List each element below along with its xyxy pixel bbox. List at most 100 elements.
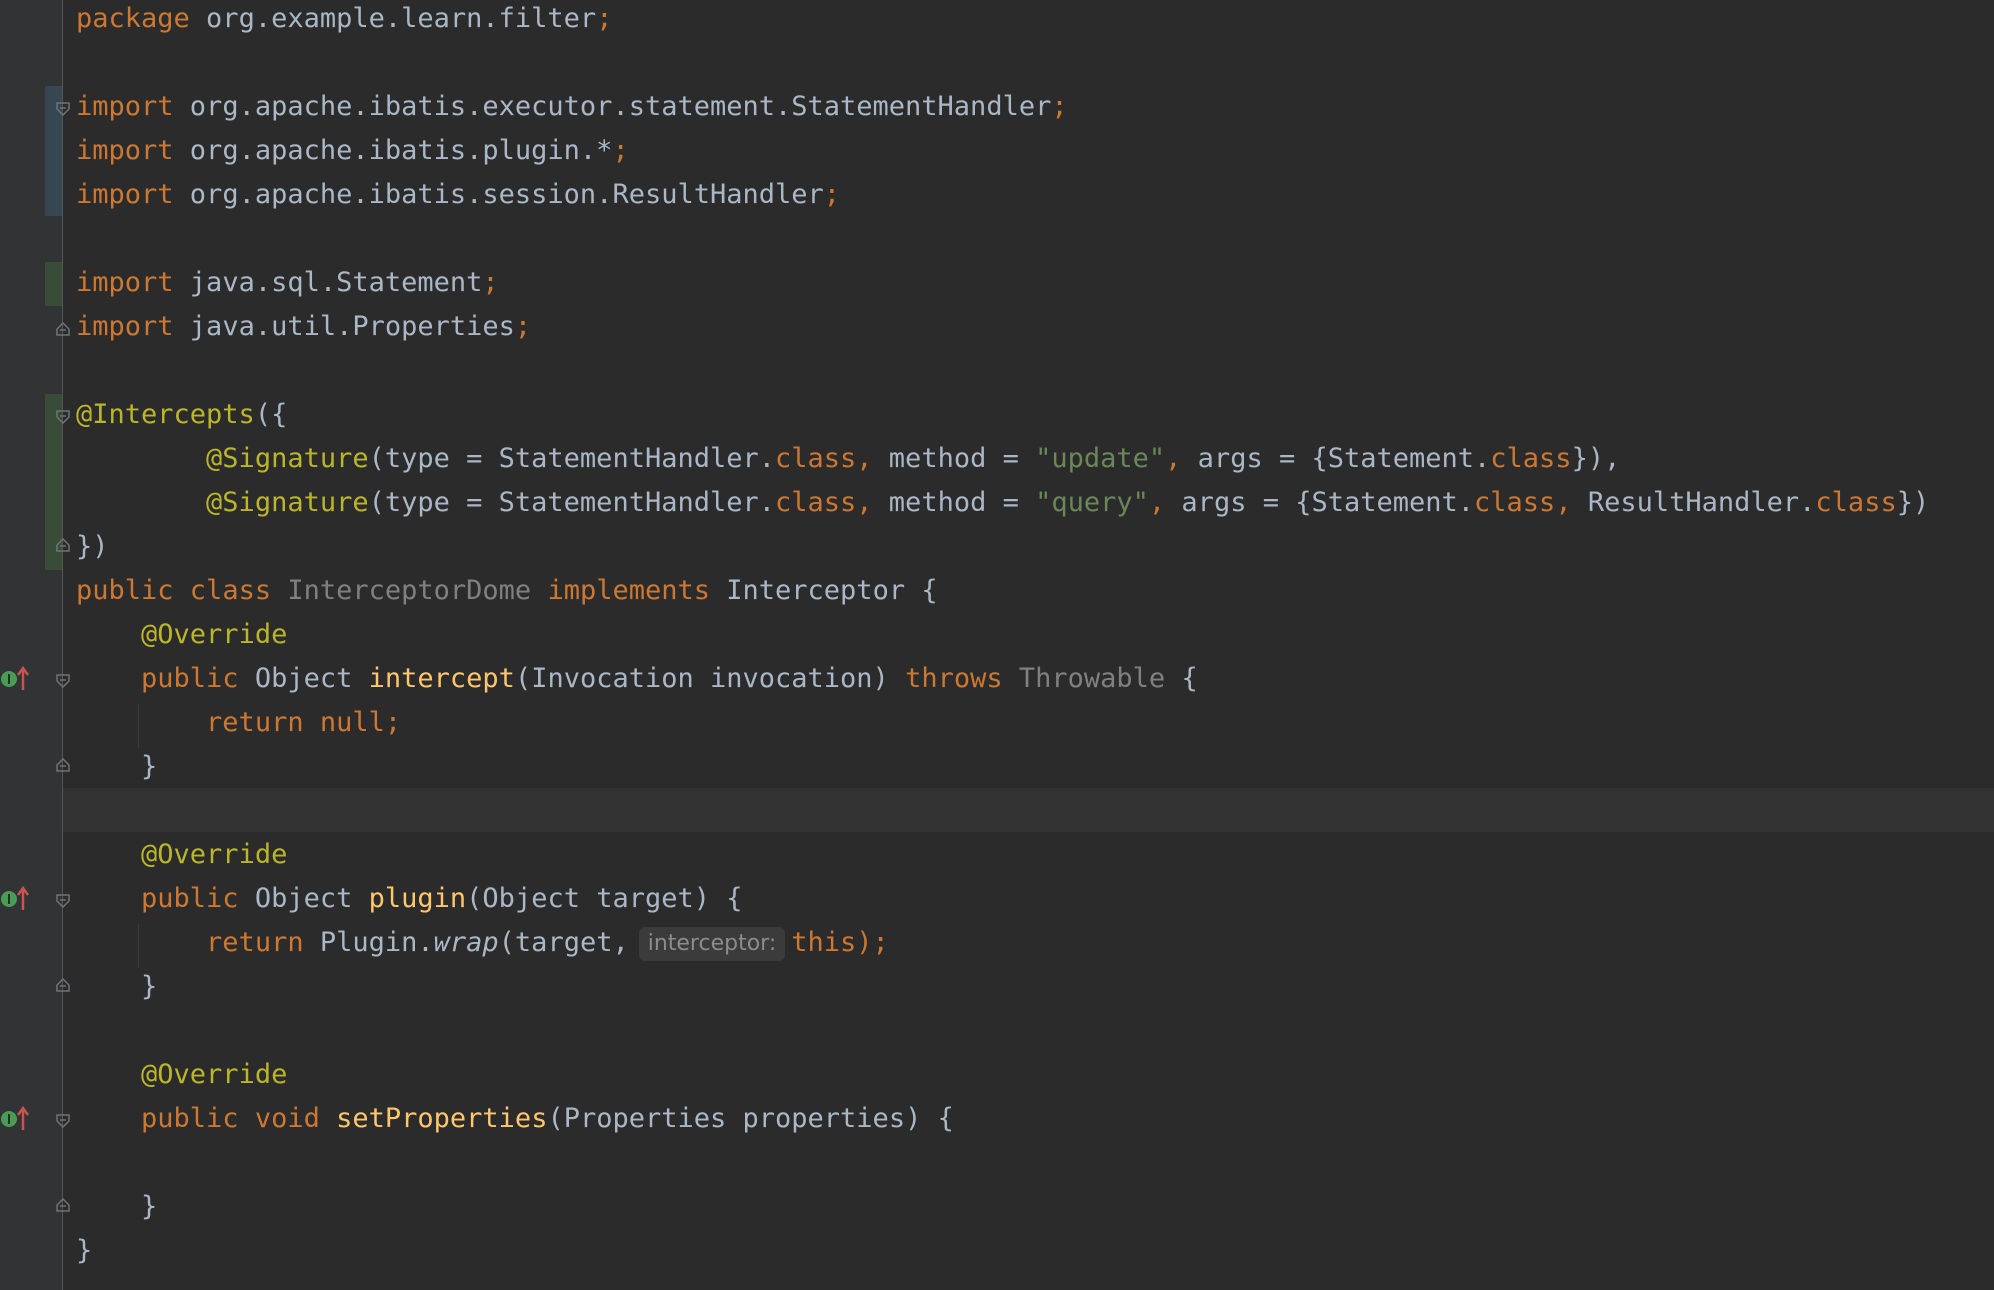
method-name: setProperties xyxy=(336,1103,548,1134)
punctuation: } xyxy=(76,1235,93,1266)
code-line-import[interactable]: import java.util.Properties; xyxy=(76,305,531,349)
keyword: import xyxy=(76,179,174,210)
implementing-method-icon[interactable] xyxy=(0,664,30,694)
string-literal: "query" xyxy=(1035,487,1149,518)
code-line-import[interactable]: import org.apache.ibatis.executor.statem… xyxy=(76,85,1068,129)
code-line-return-null[interactable]: return null; xyxy=(76,701,401,745)
comma: , xyxy=(1555,487,1572,518)
semicolon: ; xyxy=(482,267,499,298)
parameter-hint: interceptor: xyxy=(638,926,786,961)
fold-arrow-icon[interactable] xyxy=(55,1113,71,1129)
implementing-method-icon[interactable] xyxy=(0,1104,30,1134)
fold-arrow-icon[interactable] xyxy=(55,409,71,425)
code-line-override[interactable]: @Override xyxy=(76,833,287,877)
code-line-close[interactable]: } xyxy=(76,965,157,1009)
keyword: implements xyxy=(531,575,727,606)
code-text: (Object target) { xyxy=(466,883,743,914)
comma: , xyxy=(1148,487,1166,518)
code-line-import[interactable]: import org.apache.ibatis.plugin.*; xyxy=(76,129,629,173)
code-text: (type = StatementHandler. xyxy=(368,443,775,474)
keyword: class xyxy=(173,575,288,606)
keyword: public xyxy=(76,575,174,606)
punctuation: }), xyxy=(1571,443,1621,474)
keyword: return xyxy=(206,927,304,958)
code-text: (Invocation invocation) xyxy=(514,663,906,694)
string-literal: "update" xyxy=(1035,443,1166,474)
punctuation: } xyxy=(141,971,158,1002)
code-line-class-close[interactable]: } xyxy=(76,1229,92,1273)
unused-type: Throwable xyxy=(1002,663,1166,694)
code-line-override[interactable]: @Override xyxy=(76,613,287,657)
keyword: import xyxy=(76,311,174,342)
fold-arrow-icon[interactable] xyxy=(55,321,71,337)
code-editor[interactable]: package org.example.learn.filter; import… xyxy=(0,0,1994,1290)
keyword: public xyxy=(141,663,239,694)
method-name: plugin xyxy=(368,883,467,914)
code-line-package[interactable]: package org.example.learn.filter; xyxy=(76,0,612,41)
code-text: (type = StatementHandler. xyxy=(368,487,775,518)
keyword: public xyxy=(141,1103,239,1134)
code-line-import[interactable]: import org.apache.ibatis.session.ResultH… xyxy=(76,173,840,217)
code-line-close[interactable]: } xyxy=(76,745,157,789)
fold-arrow-icon[interactable] xyxy=(55,1197,71,1213)
current-line-highlight xyxy=(63,788,1994,832)
code-line-return-wrap[interactable]: return Plugin.wrap(target, interceptor: th… xyxy=(76,921,889,965)
import-path: org.apache.ibatis.executor.statement.Sta… xyxy=(173,91,1052,122)
code-line-import[interactable]: import java.sql.Statement; xyxy=(76,261,499,305)
punctuation: { xyxy=(1165,663,1198,694)
code-line-class-declaration[interactable]: public class InterceptorDome implements … xyxy=(76,569,938,613)
keyword: class xyxy=(775,443,857,474)
class-name: InterceptorDome xyxy=(287,575,532,606)
annotation: @Signature xyxy=(206,487,369,518)
keyword: class xyxy=(775,487,857,518)
comma: , xyxy=(856,443,873,474)
semicolon: ; xyxy=(612,135,629,166)
punctuation: }) xyxy=(1896,487,1930,518)
semicolon: ; xyxy=(823,179,841,210)
fold-arrow-icon[interactable] xyxy=(55,673,71,689)
keyword: package xyxy=(76,3,190,34)
code-text: ResultHandler. xyxy=(1571,487,1816,518)
code-text: method = xyxy=(872,487,1036,518)
code-text: (Properties properties) { xyxy=(547,1103,954,1134)
semicolon: ; xyxy=(514,311,532,342)
package-name: org.example.learn.filter xyxy=(189,3,597,34)
keyword: void xyxy=(238,1103,337,1134)
code-line-intercepts[interactable]: @Intercepts({ xyxy=(76,393,287,437)
fold-arrow-icon[interactable] xyxy=(55,893,71,909)
annotation: @Override xyxy=(141,619,288,650)
keyword: public xyxy=(141,883,239,914)
semicolon: ; xyxy=(596,3,613,34)
fold-arrow-icon[interactable] xyxy=(55,977,71,993)
implementing-method-icon[interactable] xyxy=(0,884,30,914)
keyword: return xyxy=(206,707,304,738)
keyword: class xyxy=(1474,487,1556,518)
punctuation: ); xyxy=(856,927,889,958)
fold-arrow-icon[interactable] xyxy=(55,101,71,117)
annotation: @Override xyxy=(141,839,288,870)
punctuation: ({ xyxy=(254,399,288,430)
code-line-override[interactable]: @Override xyxy=(76,1053,287,1097)
keyword: import xyxy=(76,135,174,166)
comma: , xyxy=(1165,443,1182,474)
annotation: @Override xyxy=(141,1059,288,1090)
semicolon: ; xyxy=(1051,91,1068,122)
code-line-close[interactable]: } xyxy=(76,1185,157,1229)
code-line-setproperties-method[interactable]: public void setProperties(Properties pro… xyxy=(76,1097,954,1141)
code-line-intercepts-close[interactable]: }) xyxy=(76,525,109,569)
keyword: import xyxy=(76,267,174,298)
punctuation: }) xyxy=(76,531,109,562)
import-path: org.apache.ibatis.session.ResultHandler xyxy=(173,179,824,210)
vcs-added-marker[interactable] xyxy=(45,262,62,306)
punctuation: } xyxy=(141,751,158,782)
annotation: @Signature xyxy=(206,443,369,474)
code-line-signature-query[interactable]: @Signature(type = StatementHandler.class… xyxy=(76,481,1929,525)
static-method-call: wrap xyxy=(433,927,499,958)
code-line-plugin-method[interactable]: public Object plugin(Object target) { xyxy=(76,877,743,921)
fold-arrow-icon[interactable] xyxy=(55,537,71,553)
fold-arrow-icon[interactable] xyxy=(55,757,71,773)
import-path: java.util.Properties xyxy=(173,311,515,342)
code-line-intercept-method[interactable]: public Object intercept(Invocation invoc… xyxy=(76,657,1198,701)
keyword: import xyxy=(76,91,174,122)
code-line-signature-update[interactable]: @Signature(type = StatementHandler.class… xyxy=(76,437,1620,481)
